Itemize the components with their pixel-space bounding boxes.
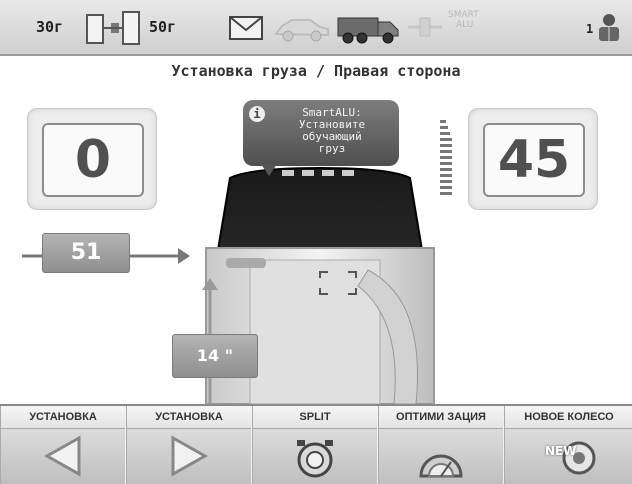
- screen-title: Установка груза / Правая сторона: [171, 62, 461, 80]
- optimization-button[interactable]: ОПТИМИ ЗАЦИЯ: [378, 406, 504, 484]
- left-value: 0: [42, 123, 144, 197]
- split-button[interactable]: SPLIT: [252, 406, 378, 484]
- right-value-panel: 45: [468, 108, 598, 210]
- info-icon: i: [249, 106, 265, 122]
- distance-value: 51: [42, 233, 130, 273]
- smart-alu-label: SMART ALU: [448, 10, 479, 30]
- smart-label-line2: ALU: [456, 20, 474, 30]
- new-wheel-button[interactable]: НОВОЕ КОЛЕСО NEW: [504, 406, 632, 484]
- install-right-label: УСТАНОВКА: [127, 406, 251, 429]
- max-weight-label: 50г: [149, 18, 177, 36]
- top-status-bar: 30г 50г SMART ALU 1: [0, 0, 632, 56]
- arrow-right-icon: [171, 435, 209, 477]
- car-icon[interactable]: [272, 14, 330, 42]
- right-value: 45: [483, 123, 585, 197]
- smart-label-line1: SMART: [448, 10, 479, 20]
- left-value-panel: 0: [27, 108, 157, 210]
- bubble-tail: [261, 164, 277, 176]
- new-badge: NEW: [545, 444, 577, 458]
- weight-clip-icon[interactable]: [406, 16, 444, 38]
- split-icon: [297, 440, 333, 478]
- mail-icon[interactable]: [228, 15, 264, 41]
- min-weight-label: 30г: [36, 18, 64, 36]
- arrow-left-icon: [43, 435, 81, 477]
- optimization-icon: [419, 454, 463, 478]
- optimization-label: ОПТИМИ ЗАЦИЯ: [379, 406, 503, 429]
- info-bubble: i SmartALU: Установите обучающий груз: [243, 100, 399, 176]
- weight-range-icon: [86, 11, 140, 45]
- diameter-value: 14 ": [172, 334, 258, 378]
- info-line4: груз: [318, 142, 346, 155]
- user-icon[interactable]: [596, 12, 622, 44]
- install-right-button[interactable]: УСТАНОВКА: [126, 406, 252, 484]
- user-number: 1: [586, 22, 594, 36]
- bottom-softkey-bar: УСТАНОВКА УСТАНОВКА SPLIT ОПТИМИ ЗАЦИЯ Н…: [0, 404, 632, 484]
- truck-icon[interactable]: [336, 12, 400, 44]
- split-label: SPLIT: [253, 406, 377, 429]
- install-left-button[interactable]: УСТАНОВКА: [0, 406, 126, 484]
- new-wheel-label: НОВОЕ КОЛЕСО: [505, 406, 632, 429]
- info-message: SmartALU: Установите обучающий груз: [269, 107, 395, 155]
- install-left-label: УСТАНОВКА: [1, 406, 125, 429]
